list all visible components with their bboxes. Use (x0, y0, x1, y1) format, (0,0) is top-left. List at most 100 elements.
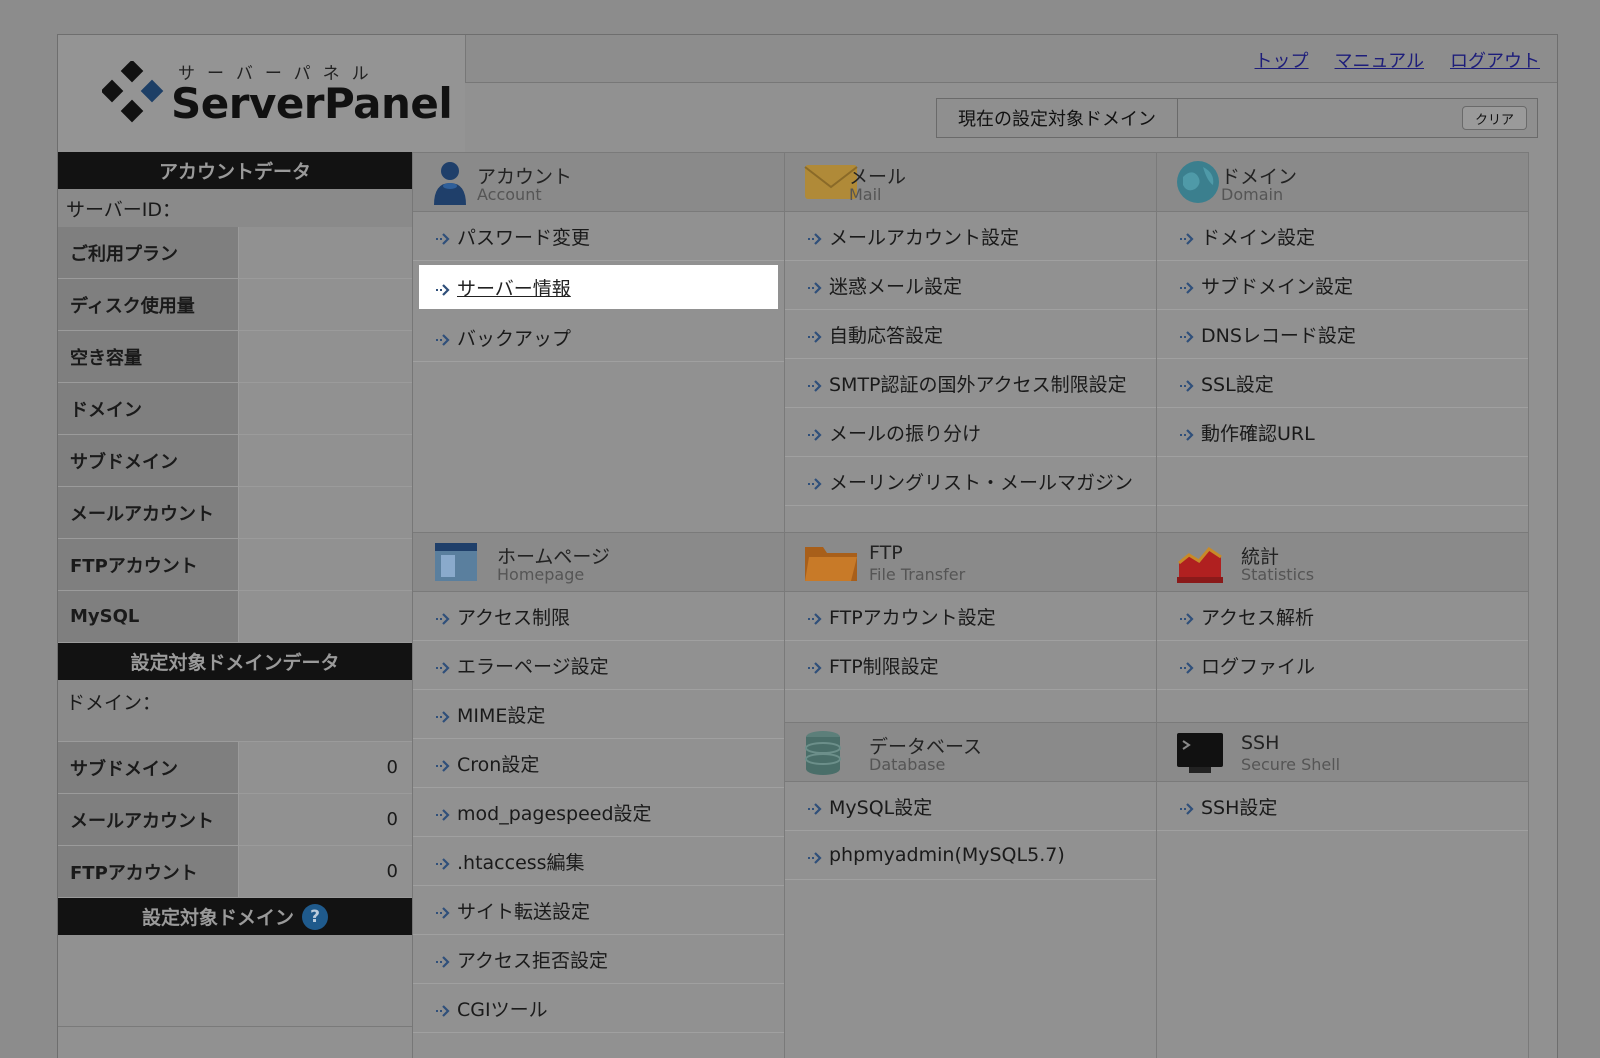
menu-item-label: アクセス制限 (457, 606, 571, 629)
arrow-icon (1177, 279, 1195, 297)
menu-item[interactable]: バックアップ (413, 313, 784, 362)
section-header-homepage: ホームページ Homepage (413, 532, 784, 592)
info-row-label: サブドメイン (58, 742, 239, 793)
menu-item[interactable]: SSL設定 (1157, 359, 1528, 408)
menu-item-label: Cron設定 (457, 753, 540, 776)
menu-item[interactable]: SMTP認証の国外アクセス制限設定 (785, 359, 1156, 408)
info-row: ドメイン (58, 383, 412, 435)
info-row-label: 空き容量 (58, 331, 239, 382)
menu-item[interactable]: サーバー情報 (419, 265, 778, 309)
server-panel-frame: サーバーパネル ServerPanel トップ マニュアル ログアウト 現在の設… (57, 34, 1558, 1058)
section-header-account: アカウント Account (413, 152, 784, 212)
section-ssh: SSH Secure Shell SSH設定 (1157, 722, 1529, 1058)
arrow-icon (433, 953, 451, 971)
sidebar: アカウントデータ サーバーID： ご利用プラン ディスク使用量 空き容量 ドメイン サブ… (58, 152, 412, 1027)
menu-item-label: DNSレコード設定 (1201, 324, 1356, 347)
logout-link[interactable]: ログアウト (1450, 47, 1540, 73)
info-row: サブドメイン (58, 435, 412, 487)
clear-button[interactable]: クリア (1461, 106, 1527, 130)
menu-item-label: アクセス拒否設定 (457, 949, 609, 972)
menu-item[interactable]: DNSレコード設定 (1157, 310, 1528, 359)
info-row-label: メールアカウント (58, 487, 239, 538)
menu-item-label: サイト転送設定 (457, 900, 591, 923)
server-id-label: サーバーID： (58, 189, 412, 227)
arrow-icon (433, 757, 451, 775)
info-row-value (239, 279, 412, 330)
menu-item-label: アクセス解析 (1201, 606, 1315, 629)
menu-item[interactable]: Cron設定 (413, 739, 784, 788)
manual-link[interactable]: マニュアル (1335, 47, 1424, 73)
menu-item[interactable]: エラーページ設定 (413, 641, 784, 690)
menu-item[interactable]: SSH設定 (1157, 782, 1528, 831)
menu-item[interactable]: CGIツール (413, 984, 784, 1033)
arrow-icon (433, 1002, 451, 1020)
section-account: アカウント Account パスワード変更 サーバー情報 バックアップ (413, 152, 785, 532)
account-icon (431, 159, 469, 211)
menu-item-label: サーバー情報 (457, 277, 571, 300)
section-subtitle: File Transfer (869, 565, 966, 584)
menu-item[interactable]: アクセス解析 (1157, 592, 1528, 641)
menu-item[interactable]: ドメイン設定 (1157, 212, 1528, 261)
menu-item-label: FTPアカウント設定 (829, 606, 996, 629)
database-icon (803, 729, 843, 781)
section-domain: ドメイン Domain ドメイン設定 サブドメイン設定 DNSレコード設定 SSL設定 動作… (1157, 152, 1529, 532)
menu-grid: アカウント Account パスワード変更 サーバー情報 バックアップ メール Mail メ… (412, 152, 1557, 1058)
menu-item[interactable]: サブドメイン設定 (1157, 261, 1528, 310)
menu-item[interactable]: メールアカウント設定 (785, 212, 1156, 261)
arrow-icon (805, 328, 823, 346)
target-domain-data-heading: 設定対象ドメインデータ (58, 643, 412, 680)
top-bar: トップ マニュアル ログアウト (465, 35, 1557, 83)
arrow-icon (433, 281, 451, 299)
section-title: SSH (1241, 732, 1280, 754)
menu-item[interactable]: サイト転送設定 (413, 886, 784, 935)
menu-item-label: パスワード変更 (457, 226, 591, 249)
info-row: FTPアカウント (58, 539, 412, 591)
menu-item[interactable]: メーリングリスト・メールマガジン (785, 457, 1156, 506)
arrow-icon (805, 659, 823, 677)
section-database: データベース Database MySQL設定 phpmyadmin(MySQL5.7… (785, 722, 1157, 1058)
menu-item[interactable]: パスワード変更 (413, 212, 784, 261)
menu-item[interactable]: .htaccess編集 (413, 837, 784, 886)
menu-item[interactable]: mod_pagespeed設定 (413, 788, 784, 837)
menu-item-label: CGIツール (457, 998, 548, 1021)
section-header-domain: ドメイン Domain (1157, 152, 1528, 212)
arrow-icon (1177, 426, 1195, 444)
menu-item[interactable]: 動作確認URL (1157, 408, 1528, 457)
menu-item[interactable]: MySQL設定 (785, 782, 1156, 831)
menu-item[interactable]: アクセス制限 (413, 592, 784, 641)
menu-item-label: ログファイル (1201, 655, 1316, 678)
section-title: FTP (869, 542, 903, 564)
menu-item[interactable]: 自動応答設定 (785, 310, 1156, 359)
menu-item[interactable]: phpmyadmin(MySQL5.7) (785, 831, 1156, 880)
menu-item-label: バックアップ (457, 327, 572, 350)
target-domain-list (58, 935, 412, 1027)
menu-item[interactable]: FTPアカウント設定 (785, 592, 1156, 641)
section-header-ftp: FTP File Transfer (785, 532, 1156, 592)
menu-item-label: メールアカウント設定 (829, 226, 1020, 249)
menu-item[interactable]: ログファイル (1157, 641, 1528, 690)
menu-item[interactable]: アクセス拒否設定 (413, 935, 784, 984)
arrow-icon (1177, 328, 1195, 346)
menu-item-label: 迷惑メール設定 (829, 275, 963, 298)
menu-item[interactable]: 迷惑メール設定 (785, 261, 1156, 310)
menu-item[interactable]: MIME設定 (413, 690, 784, 739)
account-data-heading: アカウントデータ (58, 152, 412, 189)
arrow-icon (433, 708, 451, 726)
menu-item[interactable]: FTP制限設定 (785, 641, 1156, 690)
arrow-icon (433, 331, 451, 349)
menu-item-label: 自動応答設定 (829, 324, 944, 347)
info-row-value (239, 227, 412, 278)
help-icon[interactable]: ? (302, 903, 328, 930)
arrow-icon (433, 855, 451, 873)
target-domain-heading: 設定対象ドメイン ? (58, 898, 412, 935)
info-row-label: ドメイン (58, 383, 239, 434)
section-subtitle: Account (477, 185, 542, 204)
arrow-icon (805, 279, 823, 297)
menu-item-label: FTP制限設定 (829, 655, 939, 678)
menu-item[interactable]: メールの振り分け (785, 408, 1156, 457)
info-row: FTPアカウント 0 (58, 846, 412, 898)
top-link[interactable]: トップ (1255, 47, 1309, 73)
section-header-database: データベース Database (785, 722, 1156, 782)
ftp-icon (803, 539, 859, 589)
section-stats: 統計 Statistics アクセス解析 ログファイル (1157, 532, 1529, 739)
